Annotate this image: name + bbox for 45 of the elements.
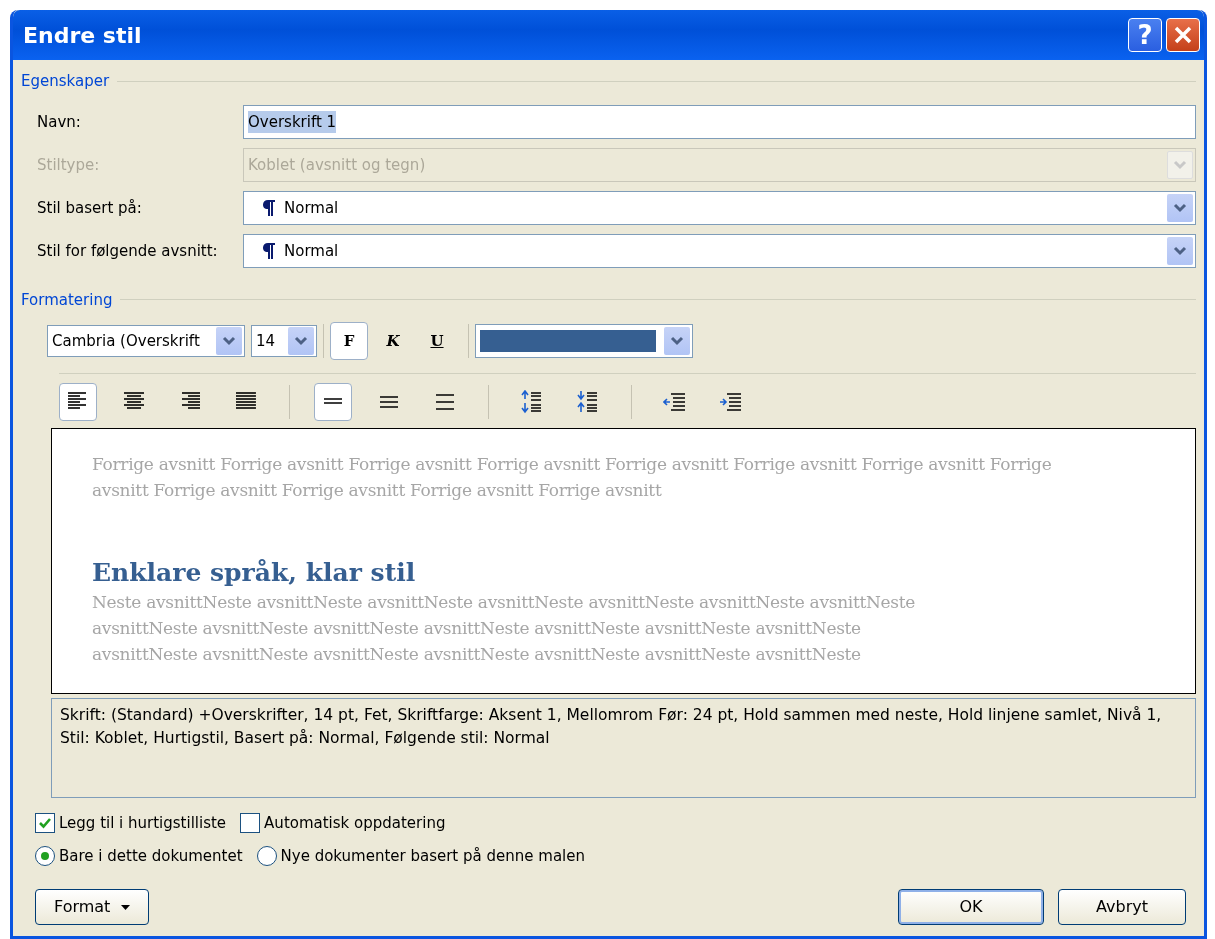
increase-indent-icon[interactable]: [719, 390, 743, 414]
ok-button[interactable]: OK: [898, 889, 1044, 925]
field-label: Stil basert på:: [36, 197, 143, 219]
radio-dot-icon[interactable]: [41, 851, 49, 860]
checkbox-label[interactable]: Legg til i hurtigstilliste: [59, 812, 227, 835]
italic-button[interactable]: K: [374, 322, 412, 360]
preview-text: Forrige avsnitt Forrige avsnitt Forrige avsnitt Forrige avsnitt Forrige avsnitt Forrige avsnitt Forrige avsnitt Forrige: [92, 453, 1053, 476]
dropdown-field[interactable]: Normal: [243, 234, 1196, 268]
style-description: Skrift: (Standard) +Overskrifter, 14 pt, Fet, Skriftfarge: Aksent 1, Mellomrom Før: 24 pt, Hold sammen med neste, Hold linjene samlet, Nivå 1, Stil: Koblet, Hurtigstil, Basert på: Normal, Følgende stil: Normal: [51, 698, 1196, 798]
radio-button[interactable]: [35, 845, 55, 866]
space-after-icon[interactable]: [576, 390, 600, 414]
space-before-icon[interactable]: [520, 390, 544, 414]
window-title: Endre stil: [23, 21, 143, 50]
preview-text: avsnitt Forrige avsnitt Forrige avsnitt Forrige avsnitt Forrige avsnitt: [92, 479, 663, 502]
close-icon[interactable]: [1172, 24, 1194, 46]
single-spacing-button[interactable]: [314, 383, 352, 421]
checkbox[interactable]: [240, 813, 261, 834]
section-heading: Egenskaper: [21, 71, 110, 92]
size-dropdown[interactable]: 14: [251, 325, 317, 357]
field-label: Stil for følgende avsnitt:: [36, 240, 219, 262]
input-field[interactable]: Overskrift 1: [243, 105, 1196, 139]
bold-button[interactable]: F: [330, 322, 368, 360]
dropdown-field[interactable]: Normal: [243, 191, 1196, 225]
color-dropdown[interactable]: [475, 324, 693, 358]
radio-button[interactable]: [256, 845, 277, 866]
decrease-indent-icon[interactable]: [663, 390, 687, 414]
cancel-button[interactable]: Avbryt: [1058, 889, 1186, 925]
radio-label[interactable]: Nye dokumenter basert på denne malen: [280, 844, 585, 867]
preview-heading: Enklare språk, klar stil: [92, 557, 417, 589]
font-dropdown[interactable]: Cambria (Overskrift: [47, 325, 245, 357]
underline-button[interactable]: U: [418, 322, 456, 360]
dropdown-field: Koblet (avsnitt og tegn): [243, 148, 1196, 182]
align-left-button[interactable]: [59, 383, 97, 421]
format-menu-button[interactable]: Format: [35, 889, 150, 925]
preview-text: Neste avsnittNeste avsnittNeste avsnittNeste avsnittNeste avsnittNeste avsnittNeste avsnittNeste: [92, 591, 917, 614]
field-label: Navn:: [36, 111, 82, 133]
preview-text: avsnittNeste avsnittNeste avsnittNeste avsnittNeste avsnittNeste avsnittNeste avsnittNeste: [92, 643, 862, 666]
checkbox-label[interactable]: Automatisk oppdatering: [264, 812, 446, 835]
section-heading: Formatering: [21, 289, 113, 311]
caret-icon[interactable]: [121, 904, 131, 911]
help-button[interactable]: ?: [1128, 18, 1162, 52]
close-button[interactable]: [1166, 18, 1200, 52]
field-label: Stiltype:: [36, 154, 101, 176]
radio-label[interactable]: Bare i dette dokumentet: [59, 844, 243, 867]
preview-text: avsnittNeste avsnittNeste avsnittNeste avsnittNeste avsnittNeste avsnittNeste avsnittNeste: [92, 617, 862, 640]
